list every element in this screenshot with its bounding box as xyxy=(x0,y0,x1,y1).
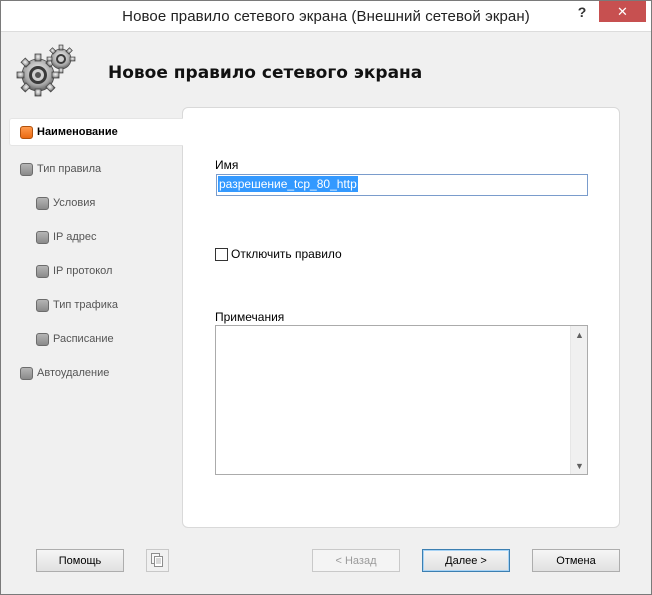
close-icon: ✕ xyxy=(617,3,628,19)
help-title-button[interactable]: ? xyxy=(567,1,597,22)
notes-label: Примечания xyxy=(215,310,285,324)
disable-rule-row[interactable]: Отключить правило xyxy=(215,247,342,261)
copy-button[interactable] xyxy=(146,549,169,572)
step-label: Тип правила xyxy=(37,163,102,175)
wizard-title: Новое правило сетевого экрана xyxy=(108,63,423,83)
wizard-header: Новое правило сетевого экрана xyxy=(2,33,651,111)
step-active-bullet-icon xyxy=(20,125,33,139)
step-label: IP протокол xyxy=(53,265,113,277)
back-button[interactable]: < Назад xyxy=(312,549,400,572)
step-schedule[interactable]: Расписание xyxy=(36,325,114,353)
step-label: IP адрес xyxy=(53,231,97,243)
step-rule-type[interactable]: Тип правила xyxy=(20,155,101,183)
title-bar[interactable]: Новое правило сетевого экрана (Внешний с… xyxy=(1,1,651,32)
step-auto-delete[interactable]: Автоудаление xyxy=(20,359,109,387)
step-ip-address[interactable]: IP адрес xyxy=(36,223,97,251)
step-conditions[interactable]: Условия xyxy=(36,189,95,217)
window-title: Новое правило сетевого экрана (Внешний с… xyxy=(122,8,530,25)
name-label: Имя xyxy=(215,158,239,172)
step-bullet-icon xyxy=(36,230,49,244)
step-name[interactable]: Наименование xyxy=(9,118,183,146)
step-label: Наименование xyxy=(37,126,118,138)
step-label: Условия xyxy=(53,197,96,209)
step-label: Расписание xyxy=(53,333,114,345)
name-input[interactable]: разрешение_tcp_80_http xyxy=(216,174,588,196)
help-button[interactable]: Помощь xyxy=(36,549,124,572)
step-bullet-icon xyxy=(36,298,49,312)
step-bullet-icon xyxy=(20,162,33,176)
cancel-button[interactable]: Отмена xyxy=(532,549,620,572)
step-label: Автоудаление xyxy=(37,367,110,379)
disable-rule-checkbox[interactable] xyxy=(215,247,228,261)
copy-icon xyxy=(151,553,163,567)
next-button[interactable]: Далее > xyxy=(422,549,510,572)
disable-rule-label: Отключить правило xyxy=(231,247,342,261)
step-ip-protocol[interactable]: IP протокол xyxy=(36,257,112,285)
step-bullet-icon xyxy=(36,264,49,278)
notes-textarea[interactable]: ▲ ▼ xyxy=(215,325,588,475)
notes-scrollbar[interactable]: ▲ ▼ xyxy=(570,326,587,474)
wizard-window: Новое правило сетевого экрана (Внешний с… xyxy=(0,0,652,595)
step-bullet-icon xyxy=(36,332,49,346)
name-input-value: разрешение_tcp_80_http xyxy=(218,176,358,192)
close-button[interactable]: ✕ xyxy=(599,1,646,22)
scroll-down-icon[interactable]: ▼ xyxy=(571,457,588,474)
gears-icon xyxy=(16,44,76,97)
step-label: Тип трафика xyxy=(53,299,119,311)
step-bullet-icon xyxy=(20,366,33,380)
scroll-up-icon[interactable]: ▲ xyxy=(571,326,588,343)
step-bullet-icon xyxy=(36,196,49,210)
step-traffic-type[interactable]: Тип трафика xyxy=(36,291,118,319)
